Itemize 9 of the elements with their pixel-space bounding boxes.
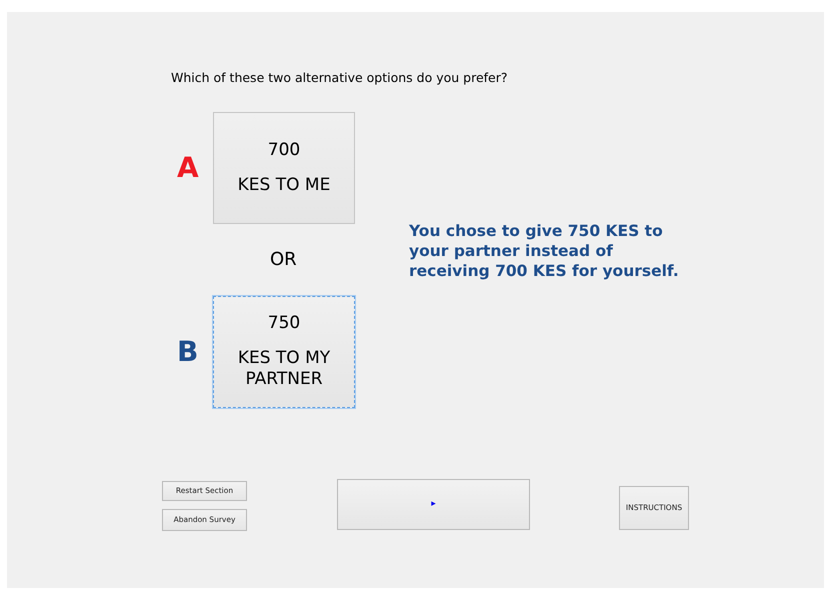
next-button[interactable]: ▸	[337, 478, 530, 530]
option-button[interactable]: 750 KES TO MY PARTNER	[213, 296, 355, 408]
choice-message: You chose to give 750 KES to your partner instead of receiving 700 KES for yourself.	[409, 220, 679, 282]
or-label: OR	[270, 248, 297, 272]
option-letter: B	[177, 336, 200, 367]
play-icon: ▸	[431, 499, 436, 510]
option-letter: A	[177, 152, 200, 183]
question-text: Which of these two alternative options do you prefer?	[171, 69, 508, 87]
option-button[interactable]: 700 KES TO ME	[213, 112, 355, 224]
